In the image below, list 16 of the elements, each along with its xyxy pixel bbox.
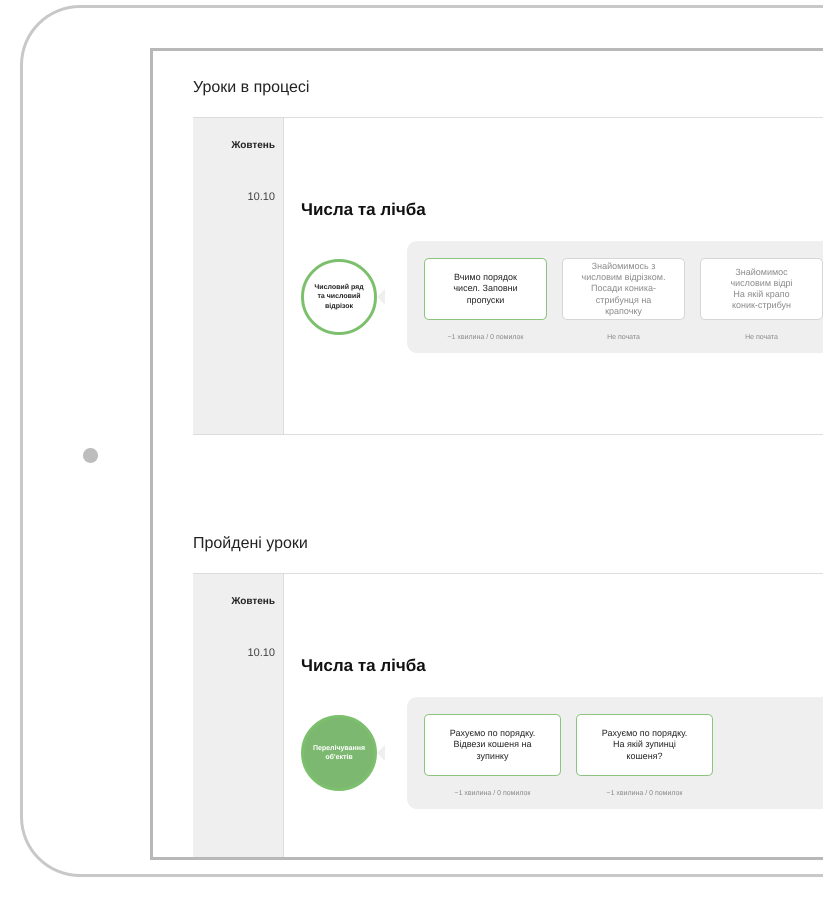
date-label: 10.10 [247,647,275,659]
panel-pointer [377,745,385,761]
panel-pointer [377,289,385,305]
topic-title: Числа та лічба [301,200,427,220]
home-button[interactable] [83,448,98,463]
month-label: Жовтень [231,596,275,607]
section-title: Пройдені уроки [193,535,309,553]
topic-title: Числа та лічба [301,656,427,676]
lesson-card[interactable]: Знайомимос числовим відрі На якій крапо коник-стрибун [700,258,823,320]
lesson-card[interactable]: Рахуємо по порядку. На якій зупинці кошеня? [576,714,713,776]
month-label: Жовтень [231,140,275,151]
lesson-card[interactable]: Вчимо порядок чисел. Заповни пропуски [424,258,547,320]
lesson-card[interactable]: Рахуємо по порядку. Відвези кошеня на зупинку [424,714,561,776]
lesson-card[interactable]: Знайомимось з числовим відрізком. Посади коника- стрибунця на крапочку [562,258,685,320]
section-title: Уроки в процесі [193,79,310,97]
date-label: 10.10 [247,191,275,203]
